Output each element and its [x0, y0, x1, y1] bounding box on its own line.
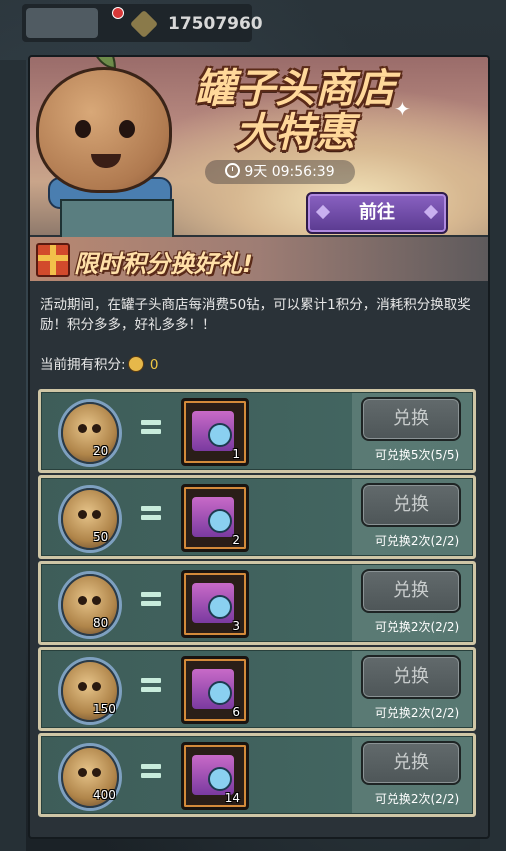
exchange-cost: 80: [93, 616, 109, 630]
exchange-row: 80 3 兑换 可兑换2次(2/2): [38, 561, 476, 645]
points-value: 0: [149, 357, 159, 373]
reward-quantity: 1: [232, 447, 240, 461]
clock-icon: [225, 163, 241, 178]
goto-shop-label: 前往: [359, 202, 395, 223]
purple-chest-icon: 1: [181, 398, 249, 466]
equals-icon: [141, 502, 161, 524]
countdown-timer: 9天 09:56:39: [205, 160, 355, 184]
notification-dot: [112, 7, 124, 19]
redeem-button[interactable]: 兑换: [361, 569, 461, 613]
remaining-count: 可兑换2次(2/2): [374, 706, 460, 720]
jar-coin-icon: [127, 356, 144, 372]
diamond-right-icon: [423, 204, 439, 220]
diamond-left-icon: [315, 204, 331, 220]
sparkle-icon: ✦: [394, 97, 411, 121]
reward-quantity: 6: [232, 705, 240, 719]
banner-title: 罐子头商店 大特惠: [170, 67, 420, 155]
exchange-row: 150 6 兑换 可兑换2次(2/2): [38, 647, 476, 731]
diamond-icon: [129, 9, 159, 39]
purple-chest-icon: 14: [181, 742, 249, 810]
event-description: 活动期间，在罐子头商店每消费50钻，可以累计1积分，消耗积分换取奖励！积分多多，…: [40, 297, 471, 333]
exchange-row: 50 2 兑换 可兑换2次(2/2): [38, 475, 476, 559]
exchange-row: 20 1 兑换 可兑换5次(5/5): [38, 389, 476, 473]
remaining-count: 可兑换2次(2/2): [374, 534, 460, 548]
banner-title-line2: 大特惠: [235, 110, 355, 156]
equals-icon: [141, 588, 161, 610]
reward-quantity: 2: [232, 533, 240, 547]
gift-icon: [36, 243, 70, 277]
exchange-cost: 150: [93, 702, 116, 716]
player-avatar[interactable]: [26, 8, 98, 38]
exchange-cost: 400: [93, 788, 116, 802]
exchange-cost: 20: [93, 444, 109, 458]
jar-coin-icon: [61, 402, 119, 464]
exchange-row: 400 14 兑换 可兑换2次(2/2): [38, 733, 476, 817]
countdown-text: 9天 09:56:39: [244, 164, 335, 180]
equals-icon: [141, 760, 161, 782]
goto-shop-button[interactable]: 前往: [306, 192, 448, 234]
exchange-cost: 50: [93, 530, 109, 544]
equals-icon: [141, 416, 161, 438]
currency-bar: 17507960: [22, 4, 263, 42]
redeem-button[interactable]: 兑换: [361, 483, 461, 527]
remaining-count: 可兑换2次(2/2): [374, 792, 460, 806]
section-header: 限时积分换好礼!: [30, 237, 488, 281]
redeem-button[interactable]: 兑换: [361, 741, 461, 785]
event-panel: 罐子头商店 大特惠 ✦ 9天 09:56:39 前往 限时积分换好礼! 活动期间…: [28, 55, 490, 839]
remaining-count: 可兑换2次(2/2): [374, 620, 460, 634]
points-display: 当前拥有积分: 0: [40, 353, 158, 373]
purple-chest-icon: 2: [181, 484, 249, 552]
background-left-strip: [0, 60, 26, 851]
remaining-count: 可兑换5次(5/5): [374, 448, 460, 462]
reward-quantity: 14: [224, 791, 240, 805]
reward-quantity: 3: [232, 619, 240, 633]
redeem-button[interactable]: 兑换: [361, 397, 461, 441]
jar-coin-icon: [61, 488, 119, 550]
redeem-button[interactable]: 兑换: [361, 655, 461, 699]
jar-coin-icon: [61, 574, 119, 636]
purple-chest-icon: 6: [181, 656, 249, 724]
currency-amount: 17507960: [168, 14, 263, 34]
equals-icon: [141, 674, 161, 696]
points-label: 当前拥有积分:: [40, 357, 126, 373]
shop-banner: 罐子头商店 大特惠 ✦ 9天 09:56:39 前往: [30, 57, 488, 243]
purple-chest-icon: 3: [181, 570, 249, 638]
section-title: 限时积分换好礼!: [74, 250, 253, 278]
banner-title-line1: 罐子头商店: [195, 66, 395, 112]
